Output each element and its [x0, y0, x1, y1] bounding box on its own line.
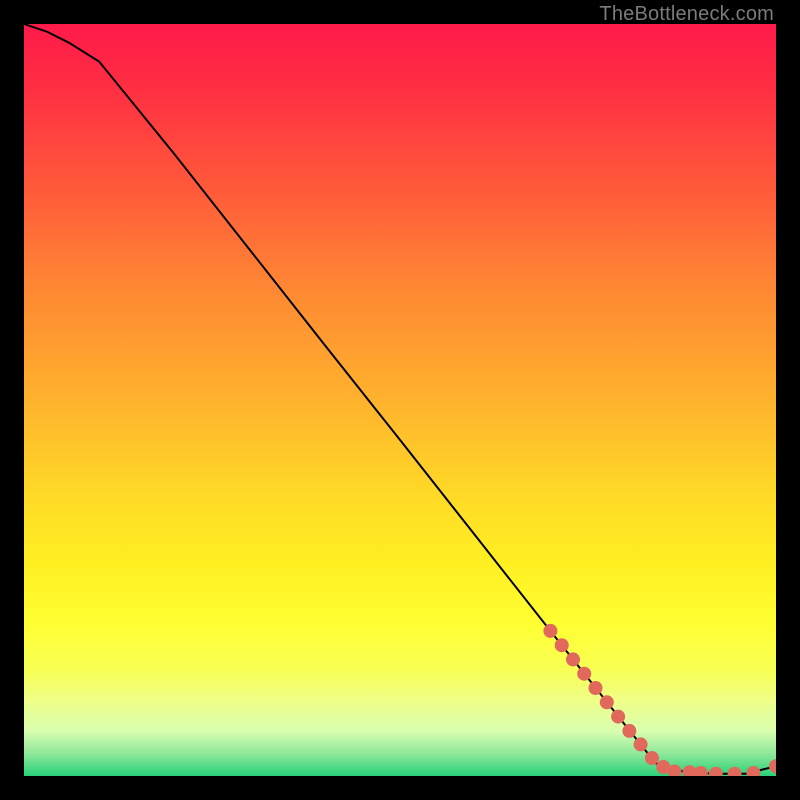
data-marker	[555, 638, 569, 652]
data-marker	[611, 710, 625, 724]
chart-frame: TheBottleneck.com	[0, 0, 800, 800]
data-marker	[543, 624, 557, 638]
curve-line	[24, 24, 776, 774]
data-marker	[577, 667, 591, 681]
data-marker	[600, 695, 614, 709]
data-marker	[746, 766, 760, 776]
data-marker	[645, 751, 659, 765]
plot-area	[24, 24, 776, 776]
marker-group	[543, 624, 776, 776]
data-marker	[634, 737, 648, 751]
data-marker	[622, 724, 636, 738]
data-marker	[709, 767, 723, 776]
data-marker	[694, 766, 708, 776]
data-marker	[769, 759, 776, 773]
data-marker	[728, 767, 742, 776]
chart-svg	[24, 24, 776, 776]
data-marker	[589, 681, 603, 695]
attribution-label: TheBottleneck.com	[599, 3, 774, 26]
data-marker	[566, 652, 580, 666]
